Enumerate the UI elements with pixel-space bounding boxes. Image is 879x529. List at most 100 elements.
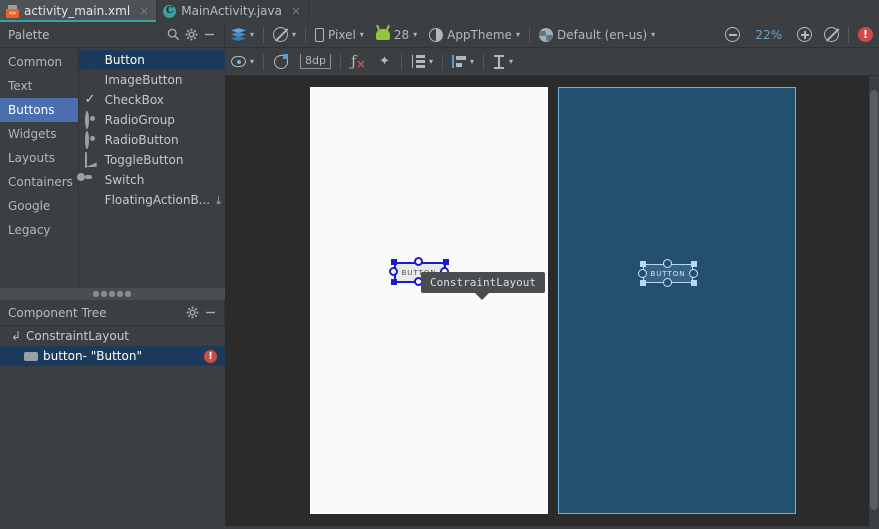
palette-item-label: CheckBox bbox=[104, 93, 164, 107]
clear-all-constraints-icon bbox=[350, 52, 366, 71]
chevron-down-icon: ▾ bbox=[413, 29, 418, 39]
eye-visibility-icon bbox=[231, 56, 246, 67]
palette-category-legacy[interactable]: Legacy bbox=[0, 218, 78, 242]
toolbar-separator bbox=[305, 26, 307, 43]
orientation-selector[interactable]: ▾ bbox=[267, 24, 302, 46]
blueprint-button-widget[interactable]: BUTTON bbox=[643, 264, 693, 283]
palette-item-button[interactable]: Button bbox=[78, 50, 225, 70]
tab-activity-main-xml[interactable]: <> activity_main.xml × bbox=[0, 0, 158, 22]
issue-notification-button[interactable]: ! bbox=[852, 24, 879, 46]
default-margin-value: 8dp bbox=[300, 54, 331, 69]
chevron-down-icon: ▾ bbox=[509, 56, 514, 66]
theme-selector[interactable]: AppTheme ▾ bbox=[423, 24, 526, 46]
layout-canvas[interactable]: BUTTON BUTTON ConstraintLayout bbox=[225, 76, 879, 529]
toolbar-separator bbox=[263, 26, 265, 43]
chevron-down-icon: ▾ bbox=[515, 29, 520, 39]
palette-item-label: ImageButton bbox=[104, 73, 183, 87]
component-tree-header: Component Tree bbox=[0, 300, 225, 326]
minimize-icon[interactable] bbox=[201, 304, 219, 322]
error-badge-icon: ! bbox=[858, 27, 873, 42]
zoom-in-button[interactable] bbox=[791, 24, 818, 46]
locale-selector[interactable]: Default (en-us) ▾ bbox=[533, 24, 661, 46]
zoom-in-icon bbox=[797, 27, 812, 42]
palette-item-radiobutton[interactable]: RadioButton bbox=[79, 130, 225, 150]
palette-item-switch[interactable]: Switch bbox=[79, 170, 225, 190]
tree-row-constraintlayout[interactable]: ↳ ConstraintLayout bbox=[0, 326, 225, 346]
close-icon[interactable]: × bbox=[291, 5, 301, 17]
palette-body: Common Text Buttons Widgets Layouts Cont… bbox=[0, 48, 225, 288]
canvas-vertical-scrollbar[interactable] bbox=[869, 76, 879, 529]
palette-item-imagebutton[interactable]: ImageButton bbox=[79, 70, 225, 90]
image-button-icon bbox=[85, 73, 99, 87]
palette-item-radiogroup[interactable]: RadioGroup bbox=[79, 110, 225, 130]
tree-row-label: ConstraintLayout bbox=[26, 329, 130, 343]
checkbox-icon: ✓ bbox=[84, 92, 96, 107]
view-options-button[interactable]: ▾ bbox=[225, 51, 260, 73]
error-badge-icon[interactable]: ! bbox=[204, 349, 217, 363]
align-menu[interactable]: ▾ bbox=[446, 51, 480, 73]
design-surface-toolbar: ▾ ▾ Pixel ▾ 28 ▾ AppTheme ▾ Default (en-… bbox=[225, 22, 879, 48]
palette-category-widgets[interactable]: Widgets bbox=[0, 122, 78, 146]
infer-constraints-button[interactable]: ✦ bbox=[371, 51, 398, 73]
palette-item-togglebutton[interactable]: ToggleButton bbox=[79, 150, 225, 170]
gear-icon[interactable] bbox=[182, 26, 200, 44]
gear-icon[interactable] bbox=[183, 304, 201, 322]
button-icon bbox=[24, 351, 38, 361]
minimize-icon[interactable] bbox=[200, 26, 218, 44]
android-icon bbox=[375, 29, 390, 40]
radio-group-icon bbox=[84, 111, 99, 129]
zoom-to-fit-button[interactable] bbox=[818, 24, 845, 46]
search-icon[interactable] bbox=[164, 26, 182, 44]
toolbar-separator bbox=[483, 53, 485, 70]
autoconnect-toggle[interactable] bbox=[267, 51, 294, 73]
palette-category-google[interactable]: Google bbox=[0, 194, 78, 218]
download-icon[interactable]: ⤓ bbox=[216, 195, 221, 206]
tab-label: activity_main.xml bbox=[24, 4, 131, 18]
tab-bar-filler bbox=[309, 0, 879, 22]
panel-splitter[interactable]: ●●●●● bbox=[0, 288, 225, 300]
device-label: Pixel bbox=[328, 27, 356, 42]
palette-category-common[interactable]: Common bbox=[0, 50, 78, 74]
toggle-button-icon bbox=[84, 152, 99, 168]
close-icon[interactable]: × bbox=[139, 5, 149, 17]
palette-item-floatingactionbutton[interactable]: FloatingActionB... ⤓ bbox=[79, 190, 225, 210]
globe-icon bbox=[538, 27, 553, 42]
clear-constraints-button[interactable] bbox=[344, 51, 371, 73]
chevron-down-icon: ▾ bbox=[470, 56, 475, 66]
tree-row-button[interactable]: button- "Button" ! bbox=[0, 346, 225, 366]
pack-menu[interactable]: ▾ bbox=[405, 51, 439, 73]
device-selector[interactable]: Pixel ▾ bbox=[309, 24, 370, 46]
zoom-level-display: 22% bbox=[746, 24, 791, 46]
zoom-out-button[interactable] bbox=[719, 24, 746, 46]
palette-item-checkbox[interactable]: ✓ CheckBox bbox=[79, 90, 225, 110]
infer-constraints-wand-icon: ✦ bbox=[379, 54, 390, 69]
default-margin-selector[interactable]: 8dp bbox=[294, 51, 337, 73]
editor-tab-bar: <> activity_main.xml × C MainActivity.ja… bbox=[0, 0, 879, 22]
tab-main-activity-java[interactable]: C MainActivity.java × bbox=[157, 0, 310, 22]
chevron-down-icon: ▾ bbox=[250, 56, 255, 66]
palette-category-text[interactable]: Text bbox=[0, 74, 78, 98]
api-level-selector[interactable]: 28 ▾ bbox=[370, 24, 423, 46]
radio-button-icon bbox=[84, 131, 99, 149]
palette-category-containers[interactable]: Containers bbox=[0, 170, 78, 194]
locale-label: Default (en-us) bbox=[556, 27, 648, 42]
guidelines-menu[interactable]: ▾ bbox=[487, 51, 519, 73]
design-mode-selector[interactable]: ▾ bbox=[225, 24, 260, 46]
toolbar-separator bbox=[263, 53, 265, 70]
align-icon bbox=[452, 55, 466, 68]
palette-category-layouts[interactable]: Layouts bbox=[0, 146, 78, 170]
design-preview[interactable]: BUTTON bbox=[310, 87, 548, 514]
zoom-level-label: 22% bbox=[755, 27, 782, 42]
blueprint-preview[interactable]: BUTTON bbox=[558, 87, 796, 514]
fab-icon bbox=[85, 193, 99, 207]
toolbar-separator bbox=[528, 26, 530, 43]
zoom-out-icon bbox=[725, 27, 741, 42]
palette-category-buttons[interactable]: Buttons bbox=[0, 98, 78, 122]
tab-label: MainActivity.java bbox=[181, 4, 282, 18]
theme-icon bbox=[429, 27, 444, 42]
scrollbar-thumb[interactable] bbox=[870, 90, 878, 510]
tree-row-label: button- "Button" bbox=[43, 349, 142, 363]
chevron-down-icon: ▾ bbox=[359, 29, 364, 39]
palette-item-list: Button ImageButton ✓ CheckBox RadioGroup… bbox=[78, 48, 225, 288]
palette-item-label: ToggleButton bbox=[104, 153, 184, 167]
